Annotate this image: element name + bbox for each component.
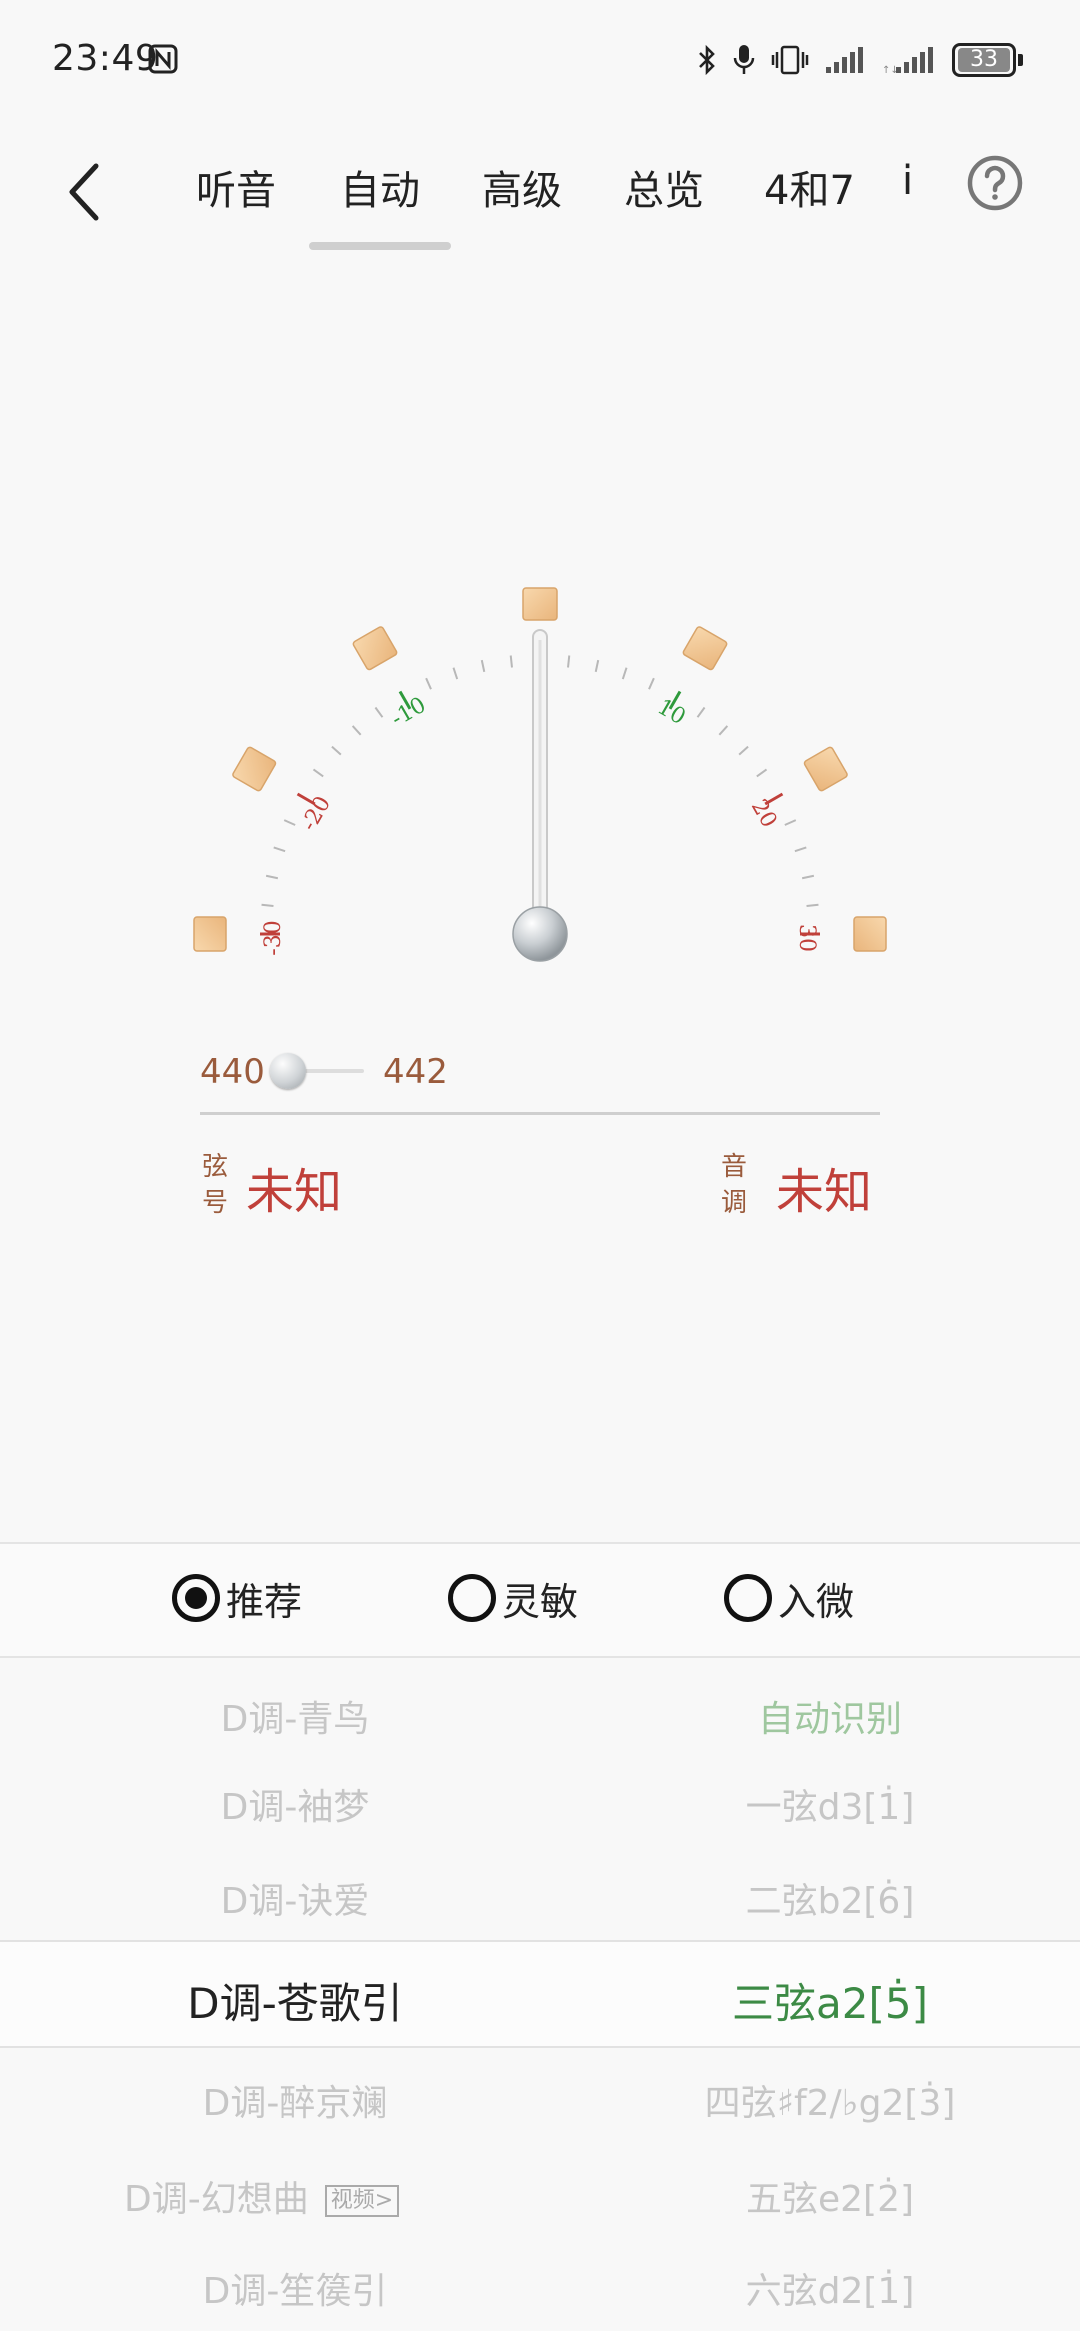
status-bar: 23:49 ↑↓ 33 (0, 0, 1080, 120)
scale-label-plus-30: 30 (794, 924, 819, 952)
gauge-tick (756, 768, 768, 778)
gauge-tick (621, 667, 628, 680)
string-item-selected[interactable]: 三弦a2[5̇] (560, 1970, 1080, 2031)
gauge-tick (718, 725, 729, 736)
scale-label-plus-10: 10 (653, 695, 690, 731)
song-item[interactable]: D调-醉京斓 (5, 2074, 585, 2126)
gauge-tick (738, 745, 749, 756)
gauge-tick (374, 706, 384, 718)
string-item[interactable]: 二弦b2[6̇] (560, 1872, 1080, 1924)
gauge-pad (853, 916, 887, 952)
signal-icon: ↑↓ (882, 47, 933, 75)
gauge-pad (803, 746, 848, 792)
string-item[interactable]: 五弦e2[2̇] (560, 2170, 1080, 2222)
gauge-tick (509, 655, 513, 668)
microphone-icon (733, 45, 755, 74)
string-item[interactable]: 一弦d3[1̇] (560, 1778, 1080, 1830)
song-item[interactable]: D调-青鸟 (5, 1690, 585, 1742)
tab-4and7[interactable]: 4和7 (764, 158, 855, 216)
string-label-2: 号 (201, 1188, 228, 1218)
bluetooth-icon (699, 44, 715, 76)
mode-recommended[interactable]: 推荐 (172, 1570, 302, 1626)
song-item[interactable]: D调-幻想曲 视频> (124, 2170, 400, 2222)
status-icons: ↑↓ 33 (696, 40, 1024, 80)
mode-precise[interactable]: 入微 (724, 1570, 854, 1626)
reference-pitch-min: 440 (200, 1052, 265, 1092)
song-item[interactable]: D调-袖梦 (5, 1778, 585, 1830)
scale-label-plus-20: 20 (746, 795, 782, 832)
string-item[interactable]: 六弦d2[1̇] (560, 2262, 1080, 2314)
string-item[interactable]: 自动识别 (560, 1690, 1080, 1742)
mode-sensitive[interactable]: 灵敏 (448, 1570, 578, 1626)
song-item[interactable]: D调-笙篌引 (5, 2262, 585, 2314)
gauge-tick (784, 819, 797, 826)
signal-icon (826, 47, 863, 73)
string-value: 未知 (246, 1164, 343, 1220)
string-label-1: 弦 (201, 1152, 228, 1182)
battery-level: 33 (958, 48, 1010, 72)
song-item-selected[interactable]: D调-苍歌引 (5, 1970, 585, 2031)
tab-advanced[interactable]: 高级 (482, 158, 562, 216)
vibrate-icon (771, 45, 809, 75)
gauge-tick (594, 659, 600, 673)
tab-overview[interactable]: 总览 (624, 158, 704, 216)
gauge-pad (352, 626, 398, 671)
mode-label: 推荐 (226, 1579, 303, 1624)
scale-label-minus-10: -10 (387, 693, 430, 732)
mode-label: 灵敏 (502, 1579, 579, 1624)
gauge-tick (794, 846, 807, 853)
tuning-gauge: -30 -20 -10 10 20 30 (193, 587, 887, 962)
help-icon[interactable] (966, 154, 1024, 212)
gauge-tick (273, 846, 286, 853)
tab-more[interactable]: i (902, 158, 918, 204)
gauge-tick (452, 667, 459, 680)
tab-auto[interactable]: 自动 (340, 158, 420, 216)
gauge-tick (801, 874, 815, 880)
scale-label-minus-30: -30 (261, 920, 286, 955)
back-button[interactable] (58, 160, 112, 224)
gauge-tick (480, 659, 486, 673)
mode-label: 入微 (778, 1579, 855, 1624)
gauge-tick (351, 725, 362, 736)
reference-pitch-slider[interactable] (270, 1053, 306, 1089)
needle-hub (512, 906, 568, 962)
gauge-tick (425, 677, 432, 690)
gauge-tick (806, 903, 819, 907)
gauge-tick (648, 677, 655, 690)
status-time: 23:49 (52, 38, 159, 79)
song-item[interactable]: D调-诀爱 (5, 1872, 585, 1924)
gauge-pad (522, 587, 558, 621)
video-badge[interactable]: 视频> (324, 2185, 400, 2217)
divider (200, 1112, 880, 1115)
radio-unselected-icon[interactable] (448, 1574, 496, 1622)
gauge-tick (567, 655, 571, 668)
gauge-tick (696, 706, 706, 718)
gauge-needle (532, 629, 548, 941)
tone-label-1: 音 (720, 1152, 747, 1182)
gauge-tick (312, 768, 324, 778)
gauge-tick (265, 874, 279, 880)
gauge-pad (682, 626, 728, 671)
tone-value: 未知 (776, 1164, 873, 1220)
reference-pitch-max: 442 (383, 1052, 448, 1092)
radio-unselected-icon[interactable] (724, 1574, 772, 1622)
nfc-icon (148, 44, 178, 74)
gauge-tick (331, 745, 342, 756)
gauge-tick (283, 819, 296, 826)
gauge-pad (232, 746, 277, 792)
song-item-label: D调-幻想曲 (124, 2179, 309, 2220)
gauge-pad (193, 916, 227, 952)
radio-selected-icon[interactable] (172, 1574, 220, 1622)
gauge-tick (261, 903, 274, 907)
tab-active-indicator (309, 242, 451, 250)
string-item[interactable]: 四弦♯f2/♭g2[3̇] (560, 2074, 1080, 2126)
tone-label-2: 调 (720, 1188, 747, 1218)
battery-icon: 33 (952, 43, 1024, 77)
tab-listen[interactable]: 听音 (196, 158, 276, 216)
